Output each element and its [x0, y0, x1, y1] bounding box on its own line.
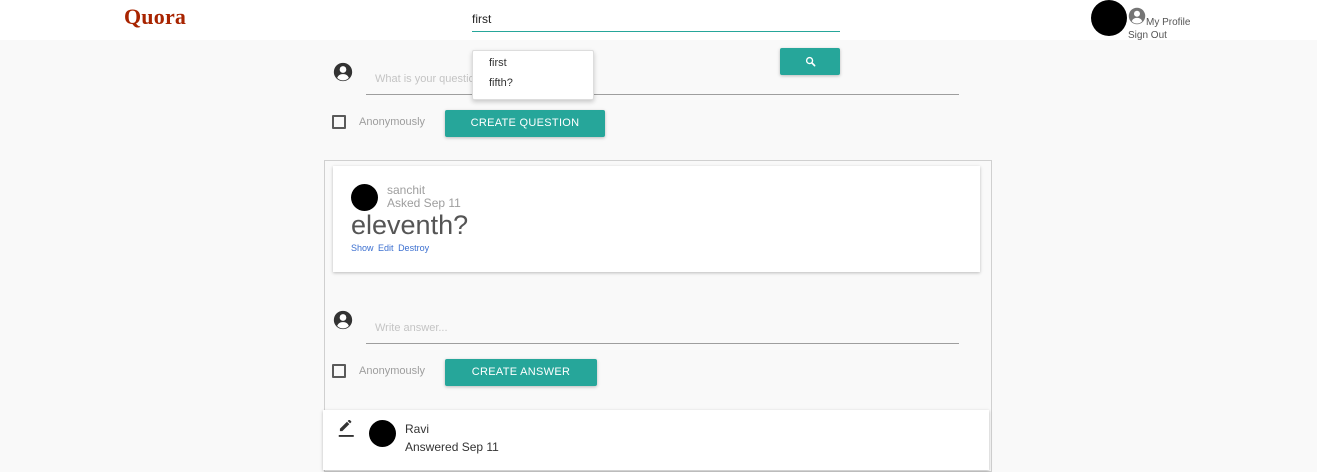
asker-avatar: [351, 184, 378, 211]
quora-logo[interactable]: Quora: [124, 4, 186, 30]
question-actions: Show Edit Destroy: [351, 243, 431, 253]
user-avatar[interactable]: [1091, 0, 1127, 36]
sign-out-link[interactable]: Sign Out: [1128, 30, 1167, 41]
question-date: Asked Sep 11: [387, 196, 461, 210]
autocomplete-item[interactable]: fifth?: [489, 77, 513, 89]
autocomplete-dropdown: first fifth?: [472, 50, 594, 100]
my-profile-link[interactable]: My Profile: [1146, 17, 1190, 28]
pencil-icon[interactable]: [338, 420, 356, 438]
question-title: eleventh?: [351, 210, 469, 240]
show-link[interactable]: Show: [351, 243, 374, 253]
destroy-link[interactable]: Destroy: [398, 243, 429, 253]
answer-input[interactable]: [366, 312, 959, 344]
create-answer-button[interactable]: CREATE ANSWER: [445, 359, 597, 386]
account-circle-icon: [333, 310, 353, 330]
answer-author: Ravi: [405, 422, 430, 436]
top-navbar: Quora My Profile Sign Out: [0, 0, 1317, 41]
account-circle-icon: [333, 62, 353, 82]
question-author: sanchit: [387, 183, 426, 197]
answer-date: Answered Sep 11: [405, 440, 499, 454]
account-circle-icon[interactable]: [1128, 7, 1146, 25]
create-question-button[interactable]: CREATE QUESTION: [445, 110, 605, 137]
anonymous-question-checkbox[interactable]: [332, 115, 346, 129]
anonymous-answer-checkbox[interactable]: [332, 364, 346, 378]
question-input[interactable]: [366, 64, 959, 95]
edit-link[interactable]: Edit: [378, 243, 394, 253]
answerer-avatar: [369, 420, 396, 447]
autocomplete-item[interactable]: first: [489, 57, 507, 69]
anonymous-label: Anonymously: [359, 365, 426, 377]
anonymous-label: Anonymously: [359, 116, 426, 128]
search-input[interactable]: [472, 6, 840, 32]
